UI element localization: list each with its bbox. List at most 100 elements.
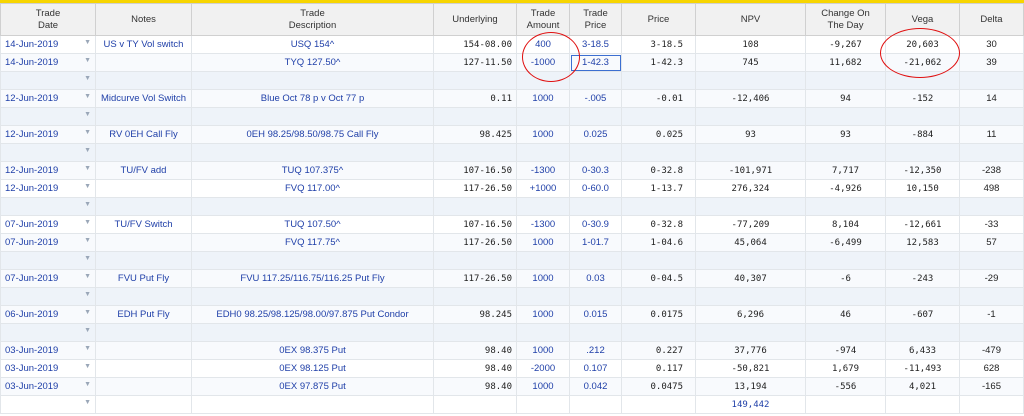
chevron-down-icon[interactable]: ▼ [84, 255, 91, 262]
trade-price-cell[interactable]: 0-30.3 [569, 161, 622, 180]
table-row[interactable]: 06-Jun-2019 ▼ EDH Put Fly EDH0 98.25/98.125… [0, 305, 1024, 324]
trade-date-cell[interactable]: 12-Jun-2019 ▼ [0, 161, 96, 180]
chevron-down-icon[interactable]: ▼ [84, 381, 91, 388]
trade-price-cell[interactable]: 0.042 [569, 377, 622, 396]
column-header[interactable]: Delta [959, 3, 1024, 36]
chevron-down-icon[interactable]: ▼ [84, 399, 91, 406]
trade-description-cell[interactable]: FVQ 117.75^ [191, 233, 434, 252]
chevron-down-icon[interactable]: ▼ [84, 147, 91, 154]
trade-price-cell[interactable]: -.005 [569, 89, 622, 108]
trade-price-cell[interactable]: 0-60.0 [569, 179, 622, 198]
chevron-down-icon[interactable]: ▼ [84, 291, 91, 298]
notes-cell[interactable] [95, 341, 192, 360]
chevron-down-icon[interactable]: ▼ [84, 237, 91, 244]
table-row[interactable]: 12-Jun-2019 ▼ TU/FV add TUQ 107.375^ 107-16.… [0, 161, 1024, 180]
trade-date-cell[interactable]: 12-Jun-2019 ▼ [0, 89, 96, 108]
trade-description-cell[interactable]: TUQ 107.375^ [191, 161, 434, 180]
trade-amount-cell[interactable]: -2000 [516, 359, 570, 378]
table-row[interactable]: 07-Jun-2019 ▼ FVQ 117.75^ 117-26.50 1000 1-01… [0, 233, 1024, 252]
trade-description-cell[interactable]: Blue Oct 78 p v Oct 77 p [191, 89, 434, 108]
trade-date-cell[interactable]: 03-Jun-2019 ▼ [0, 341, 96, 360]
trade-description-cell[interactable]: 0EH 98.25/98.50/98.75 Call Fly [191, 125, 434, 144]
notes-cell[interactable] [95, 179, 192, 198]
trade-date-cell[interactable]: 12-Jun-2019 ▼ [0, 179, 96, 198]
trade-date-cell[interactable]: 03-Jun-2019 ▼ [0, 359, 96, 378]
column-header[interactable]: Price [621, 3, 696, 36]
trade-amount-cell[interactable]: +1000 [516, 179, 570, 198]
trade-date-cell[interactable]: 07-Jun-2019 ▼ [0, 233, 96, 252]
chevron-down-icon[interactable]: ▼ [84, 363, 91, 370]
column-header[interactable]: Underlying [433, 3, 517, 36]
chevron-down-icon[interactable]: ▼ [84, 345, 91, 352]
column-header[interactable]: Change On The Day [805, 3, 886, 36]
trade-price-cell[interactable]: 0.03 [569, 269, 622, 288]
notes-cell[interactable] [95, 233, 192, 252]
trade-price-cell[interactable]: 1-42.3 [569, 53, 622, 72]
trade-amount-cell[interactable]: 1000 [516, 233, 570, 252]
chevron-down-icon[interactable]: ▼ [84, 129, 91, 136]
trade-description-cell[interactable]: 0EX 97.875 Put [191, 377, 434, 396]
column-header[interactable]: Trade Date [0, 3, 96, 36]
notes-cell[interactable]: TU/FV add [95, 161, 192, 180]
trade-date-cell[interactable]: 07-Jun-2019 ▼ [0, 269, 96, 288]
notes-cell[interactable]: RV 0EH Call Fly [95, 125, 192, 144]
column-header[interactable]: Notes [95, 3, 192, 36]
chevron-down-icon[interactable]: ▼ [84, 39, 91, 46]
trade-amount-cell[interactable]: -1300 [516, 215, 570, 234]
chevron-down-icon[interactable]: ▼ [84, 93, 91, 100]
trade-price-cell[interactable]: .212 [569, 341, 622, 360]
trade-description-cell[interactable]: USQ 154^ [191, 35, 434, 54]
column-header[interactable]: Trade Amount [516, 3, 570, 36]
notes-cell[interactable]: TU/FV Switch [95, 215, 192, 234]
trade-description-cell[interactable]: TUQ 107.50^ [191, 215, 434, 234]
notes-cell[interactable]: US v TY Vol switch [95, 35, 192, 54]
table-row[interactable]: 12-Jun-2019 ▼ FVQ 117.00^ 117-26.50 +1000 0-6… [0, 179, 1024, 198]
table-row[interactable]: 07-Jun-2019 ▼ TU/FV Switch TUQ 107.50^ 107-1… [0, 215, 1024, 234]
notes-cell[interactable] [95, 53, 192, 72]
chevron-down-icon[interactable]: ▼ [84, 273, 91, 280]
trade-amount-cell[interactable]: 1000 [516, 305, 570, 324]
trade-amount-cell[interactable]: 400 [516, 35, 570, 54]
column-header[interactable]: Trade Price [569, 3, 622, 36]
trade-date-cell[interactable]: 07-Jun-2019 ▼ [0, 215, 96, 234]
notes-cell[interactable]: EDH Put Fly [95, 305, 192, 324]
trade-price-cell[interactable]: 0.025 [569, 125, 622, 144]
chevron-down-icon[interactable]: ▼ [84, 183, 91, 190]
trade-description-cell[interactable]: FVQ 117.00^ [191, 179, 434, 198]
table-row[interactable]: 12-Jun-2019 ▼ RV 0EH Call Fly 0EH 98.25/98.… [0, 125, 1024, 144]
trade-amount-cell[interactable]: 1000 [516, 89, 570, 108]
trade-date-cell[interactable]: 03-Jun-2019 ▼ [0, 377, 96, 396]
chevron-down-icon[interactable]: ▼ [84, 165, 91, 172]
column-header[interactable]: NPV [695, 3, 806, 36]
table-row[interactable]: 07-Jun-2019 ▼ FVU Put Fly FVU 117.25/116.75… [0, 269, 1024, 288]
trade-description-cell[interactable]: EDH0 98.25/98.125/98.00/97.875 Put Condo… [191, 305, 434, 324]
table-row[interactable]: 14-Jun-2019 ▼ US v TY Vol switch USQ 154^ 15… [0, 35, 1024, 54]
trade-description-cell[interactable]: 0EX 98.375 Put [191, 341, 434, 360]
table-row[interactable]: 03-Jun-2019 ▼ 0EX 97.875 Put 98.40 1000 0.042… [0, 377, 1024, 396]
trade-price-cell[interactable]: 0.015 [569, 305, 622, 324]
notes-cell[interactable] [95, 377, 192, 396]
trade-price-cell[interactable]: 3-18.5 [569, 35, 622, 54]
chevron-down-icon[interactable]: ▼ [84, 219, 91, 226]
trade-amount-cell[interactable]: 1000 [516, 377, 570, 396]
table-row[interactable]: 03-Jun-2019 ▼ 0EX 98.375 Put 98.40 1000 .212 0… [0, 341, 1024, 360]
trade-price-cell[interactable]: 0-30.9 [569, 215, 622, 234]
table-row[interactable]: 12-Jun-2019 ▼ Midcurve Vol Switch Blue Oct … [0, 89, 1024, 108]
column-header[interactable]: Trade Description [191, 3, 434, 36]
table-row[interactable]: 03-Jun-2019 ▼ 0EX 98.125 Put 98.40 -2000 0.10… [0, 359, 1024, 378]
trade-description-cell[interactable]: FVU 117.25/116.75/116.25 Put Fly [191, 269, 434, 288]
trade-date-cell[interactable]: 12-Jun-2019 ▼ [0, 125, 96, 144]
trade-amount-cell[interactable]: 1000 [516, 125, 570, 144]
trade-amount-cell[interactable]: 1000 [516, 269, 570, 288]
trade-date-cell[interactable]: 14-Jun-2019 ▼ [0, 53, 96, 72]
chevron-down-icon[interactable]: ▼ [84, 201, 91, 208]
trade-amount-cell[interactable]: 1000 [516, 341, 570, 360]
notes-cell[interactable] [95, 359, 192, 378]
trade-date-cell[interactable]: 06-Jun-2019 ▼ [0, 305, 96, 324]
chevron-down-icon[interactable]: ▼ [84, 57, 91, 64]
table-row[interactable]: 14-Jun-2019 ▼ TYQ 127.50^ 127-11.50 -1000 1-4… [0, 53, 1024, 72]
chevron-down-icon[interactable]: ▼ [84, 309, 91, 316]
trade-description-cell[interactable]: 0EX 98.125 Put [191, 359, 434, 378]
trade-date-cell[interactable]: 14-Jun-2019 ▼ [0, 35, 96, 54]
chevron-down-icon[interactable]: ▼ [84, 327, 91, 334]
